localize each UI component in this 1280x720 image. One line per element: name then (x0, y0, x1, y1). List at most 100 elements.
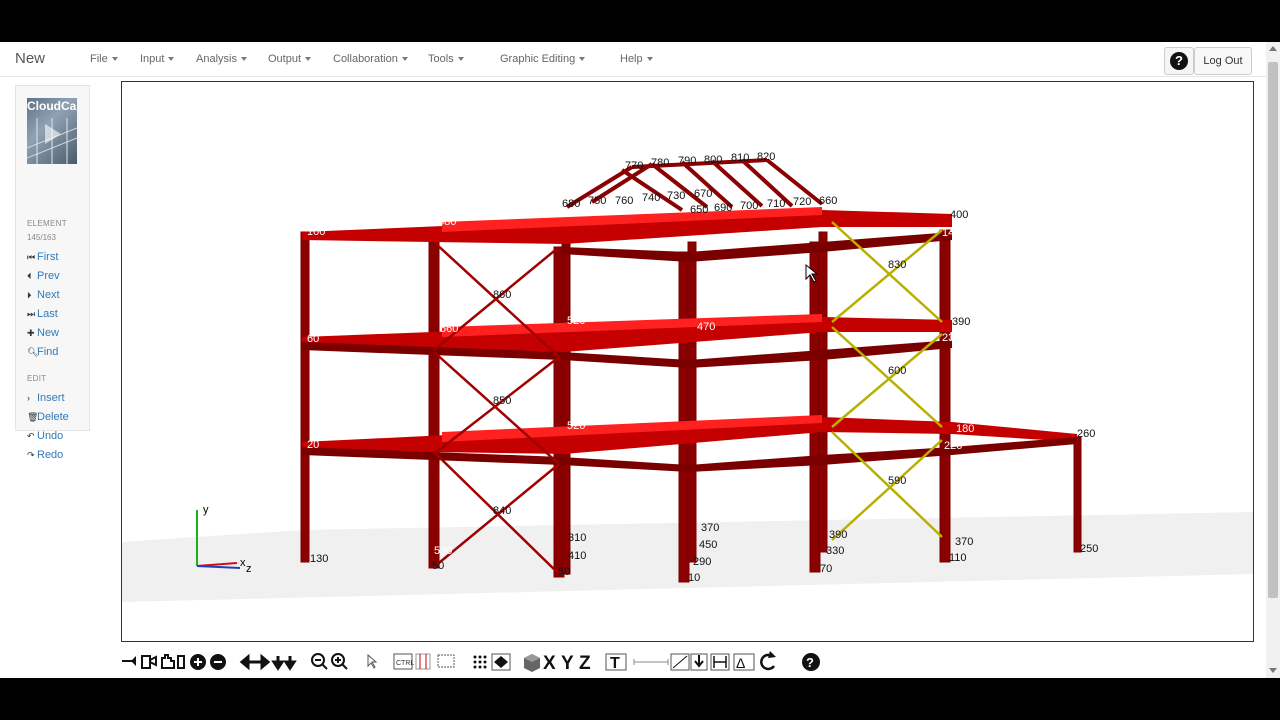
x-view-icon[interactable]: X (543, 653, 556, 674)
node-label: 250 (1080, 543, 1098, 555)
nav-last[interactable]: ⏭ Last (27, 308, 58, 320)
nav-find-label: Find (37, 346, 59, 358)
pointer-icon[interactable] (367, 653, 378, 669)
load-icon[interactable] (690, 653, 708, 671)
edit-redo[interactable]: ↷ Redo (27, 449, 63, 461)
scale-icon[interactable] (670, 653, 690, 671)
zoom-out-circle-icon[interactable] (210, 654, 226, 670)
node-label: 50 (432, 560, 444, 572)
zoom-in-icon[interactable] (331, 653, 348, 670)
spring-icon[interactable] (710, 653, 730, 671)
node-label: 730 (667, 190, 685, 202)
edit-delete[interactable]: 🗑︎Delete (27, 411, 69, 423)
node-label: 830 (888, 259, 906, 271)
node-label: 520 (567, 420, 585, 432)
node-label: 130 (310, 553, 328, 565)
node-label: 370 (955, 536, 973, 548)
nav-new[interactable]: ✚ New (27, 327, 59, 339)
node-label: 650 (690, 204, 708, 216)
nav-find[interactable]: 🔍︎Find (27, 346, 58, 358)
nav-prev-label: Prev (37, 270, 60, 282)
cube-icon[interactable] (524, 654, 540, 672)
zoom-out-icon[interactable] (311, 653, 328, 670)
model-viewport[interactable]: y x z 770 780 790 800 810 820 680 750 76… (121, 81, 1254, 642)
node-label: 770 (625, 160, 643, 172)
node-label: 590 (888, 475, 906, 487)
graphics-toolbar: CTRL X Y Z T Δ ? (0, 646, 1266, 678)
node-label: 600 (888, 365, 906, 377)
menu-file[interactable]: File (90, 53, 118, 65)
question-icon: ? (1170, 52, 1188, 70)
grid-icon[interactable] (473, 655, 487, 669)
node-label: 10 (688, 572, 700, 584)
node-label: 50 (558, 566, 570, 578)
menu-output[interactable]: Output (268, 53, 312, 65)
menu-analysis[interactable]: Analysis (196, 53, 247, 65)
redo-icon: ↷ (27, 450, 35, 460)
nav-first[interactable]: ⏮ First (27, 251, 58, 263)
text-icon[interactable]: T (605, 653, 627, 672)
node-label: 690 (714, 202, 732, 214)
edit-header: EDIT (27, 374, 47, 383)
toolbar-icons: CTRL X Y Z T Δ ? (122, 651, 820, 674)
delta-icon[interactable]: Δ (733, 653, 755, 671)
dimension-icon[interactable] (633, 659, 669, 665)
grab-icon[interactable] (141, 655, 157, 669)
select-icon[interactable] (177, 655, 185, 669)
scroll-up-icon[interactable] (1269, 46, 1277, 51)
column-icon[interactable] (415, 653, 431, 670)
trash-icon: 🗑︎ (27, 412, 39, 422)
edit-undo[interactable]: ↶ Undo (27, 430, 63, 442)
hand-icon[interactable] (161, 654, 175, 669)
chevron-right-icon: › (27, 393, 30, 403)
zoom-in-circle-icon[interactable] (190, 654, 206, 670)
help-button[interactable]: ? (1164, 47, 1194, 75)
nav-next[interactable]: ⏵ Next (27, 289, 60, 301)
scroll-down-icon[interactable] (1269, 668, 1277, 673)
structure-3d-view[interactable]: y x z 770 780 790 800 810 820 680 750 76… (122, 82, 1253, 641)
thumbnail-title: CloudCa (27, 99, 77, 113)
nav-prev[interactable]: ⏴ Prev (27, 270, 60, 282)
caret-down-icon (305, 57, 312, 62)
edit-delete-label: Delete (37, 411, 69, 423)
nav-first-label: First (37, 251, 59, 263)
frame-select-icon[interactable] (437, 654, 455, 668)
node-label: 680 (562, 198, 580, 210)
page-scrollbar[interactable] (1266, 42, 1280, 678)
logout-button[interactable]: Log Out (1194, 47, 1252, 75)
node-label: 850 (493, 395, 511, 407)
node-label: 60 (307, 333, 319, 345)
node-label: 180 (956, 423, 974, 435)
node-label: 450 (699, 539, 717, 551)
node-label: 700 (740, 200, 758, 212)
node-label: 230 (942, 332, 960, 344)
pan-icon[interactable] (122, 656, 136, 666)
menu-graphic-editing[interactable]: Graphic Editing (500, 53, 586, 65)
node-label: 800 (704, 154, 722, 166)
plus-icon: ✚ (27, 328, 35, 338)
scroll-thumb[interactable] (1268, 62, 1278, 598)
y-view-icon[interactable]: Y (561, 653, 574, 674)
node-label: 860 (493, 289, 511, 301)
brand-title[interactable]: New (15, 50, 45, 67)
render-icon[interactable] (491, 653, 511, 671)
menu-help[interactable]: Help (620, 53, 653, 65)
column (428, 239, 440, 569)
yellow-braces (831, 221, 943, 541)
node-label: 260 (1077, 428, 1095, 440)
help-icon[interactable]: ? (802, 653, 820, 671)
menu-input[interactable]: Input (140, 53, 175, 65)
z-view-icon[interactable]: Z (579, 653, 591, 674)
nav-new-label: New (37, 327, 60, 339)
node-label: 140 (942, 227, 960, 239)
horizontal-arrows-icon[interactable] (239, 653, 271, 671)
menu-collaboration[interactable]: Collaboration (333, 53, 408, 65)
menu-tools[interactable]: Tools (428, 53, 464, 65)
ctrl-icon[interactable]: CTRL (393, 653, 414, 670)
edit-insert[interactable]: › Insert (27, 392, 65, 404)
column (1073, 436, 1082, 553)
refresh-icon[interactable] (760, 651, 776, 671)
vertical-arrows-icon[interactable] (271, 656, 297, 671)
node-label: 580 (700, 409, 718, 421)
project-thumbnail[interactable]: CloudCa (27, 98, 77, 164)
